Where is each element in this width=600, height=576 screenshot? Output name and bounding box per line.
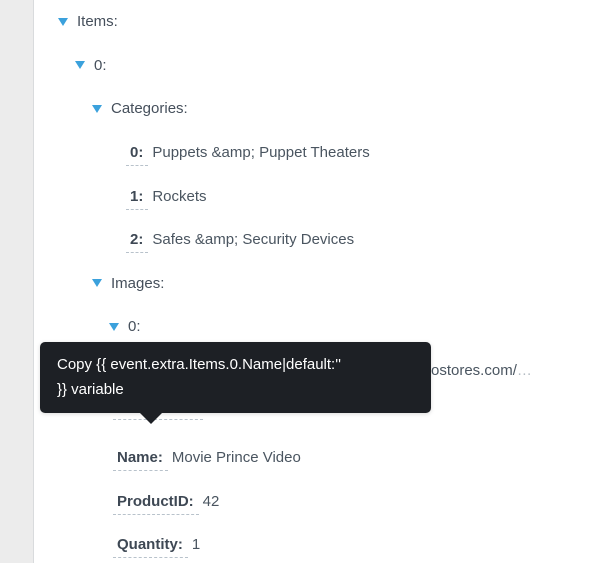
truncated-url-value: rostores.com/… xyxy=(426,362,532,379)
copy-variable-tooltip: Copy {{ event.extra.Items.0.Name|default… xyxy=(40,342,431,413)
event-data-tree-panel: Items: 0: Categories: 0: Puppets &amp; P… xyxy=(0,0,600,576)
tree-node-label[interactable]: 0: xyxy=(128,318,141,335)
tree-key[interactable]: Quantity: xyxy=(117,536,183,553)
tree-key[interactable]: 2: xyxy=(130,231,143,248)
tooltip-line-2: }} variable xyxy=(57,378,431,403)
tree-key[interactable]: ProductID: xyxy=(117,493,194,510)
tree-key[interactable]: 0: xyxy=(130,144,143,161)
tree-value: 1 xyxy=(192,536,200,553)
collapse-arrow-icon[interactable] xyxy=(92,105,102,113)
tree-node-items-0[interactable]: 0: xyxy=(0,44,600,88)
tree-value: 42 xyxy=(203,493,220,510)
tree-leaf-category-2: 2: Safes &amp; Security Devices xyxy=(0,218,600,262)
tree-leaf-quantity: Quantity: 1 xyxy=(0,523,600,567)
tree-node-label[interactable]: 0: xyxy=(94,57,107,74)
tree-leaf-productid: ProductID: 42 xyxy=(0,480,600,524)
tree-leaf-name: Name: Movie Prince Video xyxy=(0,436,600,480)
tree-node-categories[interactable]: Categories: xyxy=(0,87,600,131)
tree-value: Safes &amp; Security Devices xyxy=(152,231,354,248)
event-data-tree: Items: 0: Categories: 0: Puppets &amp; P… xyxy=(0,0,600,567)
tree-node-label[interactable]: Images: xyxy=(111,275,164,292)
tooltip-arrow-icon xyxy=(139,412,163,424)
tree-node-images[interactable]: Images: xyxy=(0,262,600,306)
tree-node-label[interactable]: Items: xyxy=(77,13,118,30)
tree-node-label[interactable]: Categories: xyxy=(111,100,188,117)
tree-leaf-category-0: 0: Puppets &amp; Puppet Theaters xyxy=(0,131,600,175)
collapse-arrow-icon[interactable] xyxy=(58,18,68,26)
tree-key[interactable]: 1: xyxy=(130,188,143,205)
truncation-ellipsis: … xyxy=(517,362,532,379)
tree-value: Rockets xyxy=(152,188,206,205)
tooltip-line-1: Copy {{ event.extra.Items.0.Name|default… xyxy=(57,353,431,378)
tree-value: Movie Prince Video xyxy=(172,449,301,466)
collapse-arrow-icon[interactable] xyxy=(92,279,102,287)
tree-node-items[interactable]: Items: xyxy=(0,0,600,44)
url-visible-fragment: rostores.com/ xyxy=(426,362,517,379)
collapse-arrow-icon[interactable] xyxy=(75,61,85,69)
tree-key[interactable]: Name: xyxy=(117,449,163,466)
tree-leaf-category-1: 1: Rockets xyxy=(0,174,600,218)
tree-value: Puppets &amp; Puppet Theaters xyxy=(152,144,369,161)
collapse-arrow-icon[interactable] xyxy=(109,323,119,331)
